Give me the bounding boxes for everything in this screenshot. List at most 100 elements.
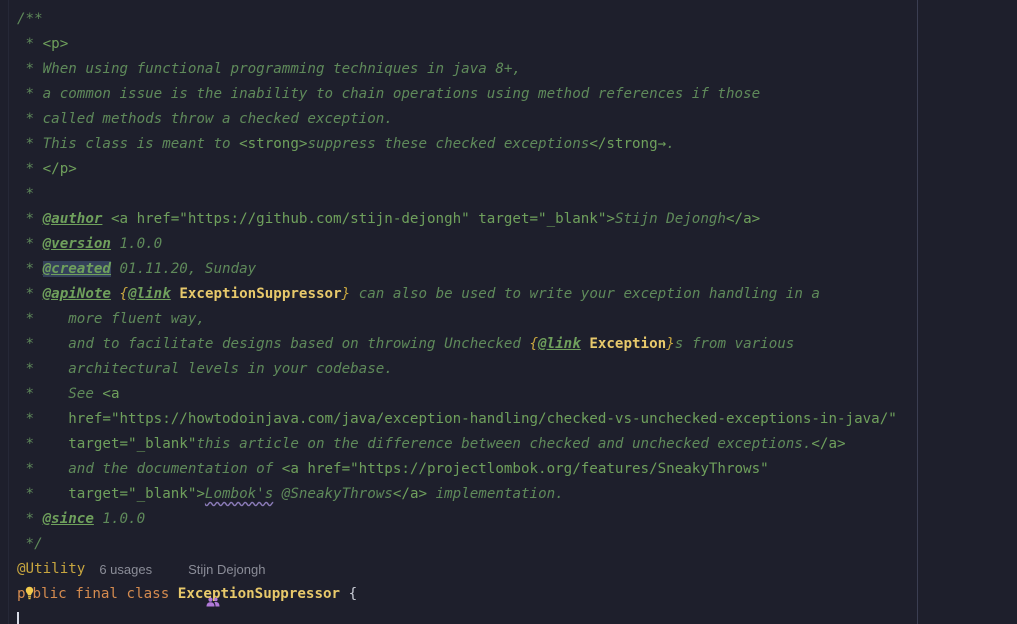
comment-star: * xyxy=(17,361,69,377)
code-line[interactable]: * called methods throw a checked excepti… xyxy=(17,107,1017,132)
code-line[interactable]: */ xyxy=(17,532,1017,557)
javadoc-tag-author[interactable]: @author xyxy=(43,211,103,227)
code-line[interactable]: * @author <a href="https://github.com/st… xyxy=(17,207,1017,232)
html-attribute: target="_blank" xyxy=(68,436,197,452)
javadoc-link-tag[interactable]: @link xyxy=(538,336,581,352)
html-tag: <a xyxy=(102,386,120,402)
inline-tag-brace: } xyxy=(341,286,351,302)
open-brace: { xyxy=(348,586,358,602)
comment-text: called methods throw a checked exception… xyxy=(42,111,393,127)
code-line[interactable]: * a common issue is the inability to cha… xyxy=(17,82,1017,107)
keyword-public: blic xyxy=(32,586,67,602)
author-hint-label: Stijn Dejongh xyxy=(188,562,266,577)
comment-text: can also be used to write your exception… xyxy=(350,286,820,302)
comment-text: 1.0.0 xyxy=(119,236,163,252)
code-line[interactable]: * @created 01.11.20, Sunday xyxy=(17,257,1017,282)
people-icon xyxy=(170,565,220,606)
annotation[interactable]: @Utility xyxy=(17,557,85,582)
comment-text: This class is meant to xyxy=(42,136,240,152)
text-caret xyxy=(17,612,19,624)
javadoc-tag-created[interactable]: @created xyxy=(42,261,111,277)
usages-hint[interactable]: 6 usages xyxy=(99,557,152,582)
inline-tag-brace: } xyxy=(666,336,675,352)
comment-star: * xyxy=(17,411,69,427)
code-line[interactable]: * and the documentation of <a href="http… xyxy=(17,457,1017,482)
comment-star: * xyxy=(17,36,43,52)
html-tag: <strong> xyxy=(239,136,308,152)
comment-star: * xyxy=(17,286,43,302)
code-line[interactable]: * architectural levels in your codebase. xyxy=(17,357,1017,382)
code-line[interactable]: * and to facilitate designs based on thr… xyxy=(17,332,1017,357)
comment-star: * xyxy=(17,86,43,102)
code-editor[interactable]: /** * <p> * When using functional progra… xyxy=(0,0,1017,624)
code-line[interactable]: * This class is meant to <strong>suppres… xyxy=(17,132,1017,157)
html-tag: <a href="https://github.com/stijn-dejong… xyxy=(110,211,615,227)
code-line[interactable]: * @apiNote {@link ExceptionSuppressor} c… xyxy=(17,282,1017,307)
code-line[interactable] xyxy=(17,607,1017,624)
html-tag: </a> xyxy=(392,486,428,502)
comment-star: * xyxy=(17,486,69,502)
html-tag: <p> xyxy=(42,36,69,52)
link-reference[interactable]: ExceptionSuppressor xyxy=(179,286,341,302)
code-line[interactable]: * @version 1.0.0 xyxy=(17,232,1017,257)
code-line[interactable]: * target="_blank">Lombok's @SneakyThrows… xyxy=(17,482,1017,507)
javadoc-link-tag[interactable]: @link xyxy=(128,286,171,302)
html-tag: <a href="https://projectlombok.org/featu… xyxy=(281,461,769,477)
code-line[interactable]: * target="_blank"this article on the dif… xyxy=(17,432,1017,457)
code-line[interactable]: /** xyxy=(17,7,1017,32)
typo-highlight[interactable]: Lombok's xyxy=(205,486,273,502)
javadoc-tag-version[interactable]: @version xyxy=(43,236,111,252)
html-tag: </a> xyxy=(725,211,761,227)
comment-text: architectural levels in your codebase. xyxy=(68,361,393,377)
code-line[interactable]: * When using functional programming tech… xyxy=(17,57,1017,82)
code-line[interactable]: * href="https://howtodoinjava.com/java/e… xyxy=(17,407,1017,432)
comment-star: * xyxy=(17,111,43,127)
code-line[interactable]: * </p> xyxy=(17,157,1017,182)
code-line[interactable]: * See <a xyxy=(17,382,1017,407)
javadoc-tag-apinote[interactable]: @apiNote xyxy=(43,286,111,302)
code-line[interactable]: * xyxy=(17,182,1017,207)
html-attribute: href="https://howtodoinjava.com/java/exc… xyxy=(68,411,897,427)
html-tag: </strong xyxy=(589,136,658,152)
comment-star: * xyxy=(17,311,69,327)
author-hint[interactable]: Stijn Dejongh xyxy=(170,557,266,606)
comment-star: * xyxy=(17,211,43,227)
comment-text: When using functional programming techni… xyxy=(42,61,521,77)
comment-star: * xyxy=(17,161,43,177)
comment-text: and to facilitate designs based on throw… xyxy=(68,336,530,352)
comment-star: * xyxy=(17,186,35,202)
code-line[interactable]: @Utility 6 usages Stijn Dejongh xyxy=(17,557,1017,606)
link-reference[interactable]: Exception xyxy=(589,336,666,352)
comment-text: Stijn Dejongh xyxy=(614,211,726,227)
html-tag: </p> xyxy=(42,161,77,177)
code-line[interactable]: p blic final class ExceptionSuppressor { xyxy=(17,582,1017,607)
code-line[interactable]: * <p> xyxy=(17,32,1017,57)
comment-text: 1.0.0 xyxy=(102,511,146,527)
usages-hint-label: 6 usages xyxy=(99,562,153,577)
comment-star: * xyxy=(17,436,69,452)
javadoc-tag-since[interactable]: @since xyxy=(43,511,94,527)
comment-open: /** xyxy=(17,11,43,27)
comment-star: * xyxy=(17,61,43,77)
comment-close: */ xyxy=(17,536,43,552)
indent-guide xyxy=(8,0,9,624)
comment-text: 01.11.20, Sunday xyxy=(119,261,257,277)
comment-text: more fluent way, xyxy=(68,311,205,327)
comment-text: See xyxy=(68,386,103,402)
code-line[interactable]: * @since 1.0.0 xyxy=(17,507,1017,532)
comment-text: and the documentation of xyxy=(68,461,282,477)
comment-star: * xyxy=(17,136,43,152)
comment-text: a common issue is the inability to chain… xyxy=(42,86,761,102)
inline-tag-brace: { xyxy=(529,336,539,352)
comment-star: * xyxy=(17,386,69,402)
comment-text: s from various xyxy=(674,336,795,352)
html-attribute: target="_blank"> xyxy=(68,486,205,502)
comment-text: @SneakyThrows xyxy=(273,486,393,502)
comment-star: * xyxy=(17,261,43,277)
code-area[interactable]: /** * <p> * When using functional progra… xyxy=(17,7,1017,624)
ligature-arrow: → xyxy=(657,136,667,152)
inline-tag-brace: { xyxy=(119,286,129,302)
comment-star: * xyxy=(17,236,43,252)
comment-star: * xyxy=(17,511,43,527)
code-line[interactable]: * more fluent way, xyxy=(17,307,1017,332)
